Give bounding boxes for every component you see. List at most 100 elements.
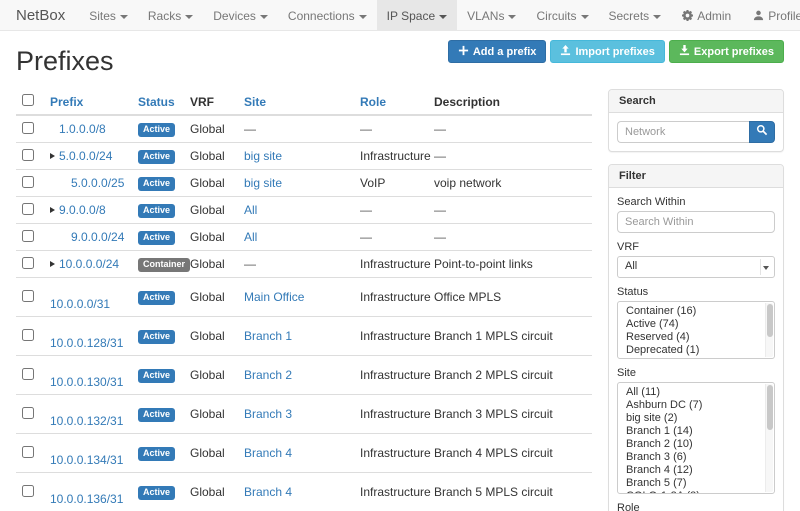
row-checkbox[interactable] (22, 485, 34, 497)
role-cell: Infrastructure (354, 395, 428, 434)
site-option[interactable]: Branch 3 (6) (618, 451, 764, 464)
row-checkbox[interactable] (22, 329, 34, 341)
role-cell: — (354, 224, 428, 251)
status-badge: Active (138, 177, 175, 191)
row-checkbox[interactable] (22, 176, 34, 188)
site-option[interactable]: Branch 4 (12) (618, 464, 764, 477)
nav-item-label: Circuits (536, 9, 576, 23)
caret-slot (50, 257, 59, 271)
row-checkbox[interactable] (22, 368, 34, 380)
status-badge: Active (138, 123, 175, 137)
row-checkbox[interactable] (22, 122, 34, 134)
vrf-select[interactable]: All (617, 256, 775, 278)
vrf-cell: Global (184, 170, 238, 197)
prefix-link[interactable]: 9.0.0.0/8 (59, 203, 106, 217)
nav-item-circuits[interactable]: Circuits (526, 0, 598, 30)
site-link[interactable]: Branch 4 (244, 485, 292, 499)
status-option[interactable]: Container (16) (618, 305, 764, 318)
prefix-link[interactable]: 9.0.0.0/24 (71, 230, 124, 244)
site-option[interactable]: Branch 1 (14) (618, 425, 764, 438)
site-link[interactable]: All (244, 230, 257, 244)
row-checkbox[interactable] (22, 290, 34, 302)
site-option[interactable]: COLO-1-2A (3) (618, 490, 764, 494)
scrollbar[interactable] (765, 384, 773, 492)
status-label: Status (617, 286, 775, 298)
prefix-link[interactable]: 10.0.0.130/31 (50, 375, 123, 389)
nav-item-vlans[interactable]: VLANs (457, 0, 526, 30)
chevron-down-icon (508, 15, 516, 19)
sort-link[interactable]: Prefix (50, 95, 83, 109)
vrf-cell: Global (184, 143, 238, 170)
sort-link[interactable]: Status (138, 95, 175, 109)
status-option[interactable]: Active (74) (618, 318, 764, 331)
prefix-link[interactable]: 10.0.0.134/31 (50, 453, 123, 467)
nav-item-admin[interactable]: Admin (671, 0, 742, 30)
export-prefixes-button[interactable]: Export prefixes (669, 40, 784, 63)
nav-item-racks[interactable]: Racks (138, 0, 203, 30)
status-option[interactable]: Deprecated (1) (618, 344, 764, 357)
site-option[interactable]: Branch 5 (7) (618, 477, 764, 490)
vrf-selected-value: All (625, 260, 637, 272)
role-label: Role (617, 502, 775, 511)
column-header-prefix[interactable]: Prefix (44, 89, 132, 115)
status-badge: Active (138, 408, 175, 422)
description-cell: — (428, 143, 592, 170)
nav-item-profile[interactable]: Profile (742, 0, 800, 30)
site-link[interactable]: big site (244, 176, 282, 190)
select-all-checkbox[interactable] (22, 94, 34, 106)
site-option[interactable]: Ashburn DC (7) (618, 399, 764, 412)
column-header-status[interactable]: Status (132, 89, 184, 115)
sort-link[interactable]: Site (244, 95, 266, 109)
status-badge: Active (138, 204, 175, 218)
prefix-link[interactable]: 10.0.0.0/31 (50, 297, 110, 311)
site-link[interactable]: Branch 3 (244, 407, 292, 421)
search-input[interactable] (617, 121, 749, 143)
nav-item-ip-space[interactable]: IP Space (377, 0, 457, 30)
nav-item-sites[interactable]: Sites (79, 0, 138, 30)
row-checkbox[interactable] (22, 149, 34, 161)
search-button[interactable] (749, 121, 775, 143)
vrf-cell: Global (184, 356, 238, 395)
status-option[interactable]: Reserved (4) (618, 331, 764, 344)
scrollbar[interactable] (765, 303, 773, 357)
status-multiselect[interactable]: Container (16)Active (74)Reserved (4)Dep… (617, 301, 775, 359)
prefix-link[interactable]: 1.0.0.0/8 (59, 122, 106, 136)
prefix-link[interactable]: 10.0.0.136/31 (50, 492, 123, 506)
site-link[interactable]: big site (244, 149, 282, 163)
nav-item-secrets[interactable]: Secrets (599, 0, 672, 30)
site-option[interactable]: Branch 2 (10) (618, 438, 764, 451)
filter-panel-title: Filter (609, 165, 783, 188)
row-checkbox[interactable] (22, 203, 34, 215)
prefix-link[interactable]: 10.0.0.0/24 (59, 257, 119, 271)
nav-item-connections[interactable]: Connections (278, 0, 377, 30)
table-row: 9.0.0.0/24ActiveGlobalAll—— (16, 224, 592, 251)
nav-item-devices[interactable]: Devices (203, 0, 278, 30)
row-checkbox[interactable] (22, 407, 34, 419)
site-multiselect[interactable]: All (11)Ashburn DC (7)big site (2)Branch… (617, 382, 775, 494)
site-option[interactable]: All (11) (618, 386, 764, 399)
app-brand[interactable]: NetBox (0, 0, 79, 30)
prefix-link[interactable]: 10.0.0.128/31 (50, 336, 123, 350)
site-link[interactable]: Main Office (244, 290, 304, 304)
sort-link[interactable]: Role (360, 95, 386, 109)
site-cell: — (238, 251, 354, 278)
site-link[interactable]: Branch 2 (244, 368, 292, 382)
row-checkbox[interactable] (22, 446, 34, 458)
site-option[interactable]: big site (2) (618, 412, 764, 425)
site-cell: All (238, 224, 354, 251)
site-link[interactable]: Branch 1 (244, 329, 292, 343)
add-a-prefix-button[interactable]: Add a prefix (448, 40, 547, 63)
site-link[interactable]: Branch 4 (244, 446, 292, 460)
prefix-link[interactable]: 5.0.0.0/24 (59, 149, 112, 163)
prefix-link[interactable]: 5.0.0.0/25 (71, 176, 124, 190)
row-checkbox[interactable] (22, 257, 34, 269)
prefix-link[interactable]: 10.0.0.132/31 (50, 414, 123, 428)
export-icon (679, 46, 694, 58)
column-header-role[interactable]: Role (354, 89, 428, 115)
role-cell: — (354, 197, 428, 224)
site-link[interactable]: All (244, 203, 257, 217)
row-checkbox[interactable] (22, 230, 34, 242)
column-header-site[interactable]: Site (238, 89, 354, 115)
import-prefixes-button[interactable]: Import prefixes (550, 40, 664, 63)
search-within-input[interactable] (617, 211, 775, 233)
